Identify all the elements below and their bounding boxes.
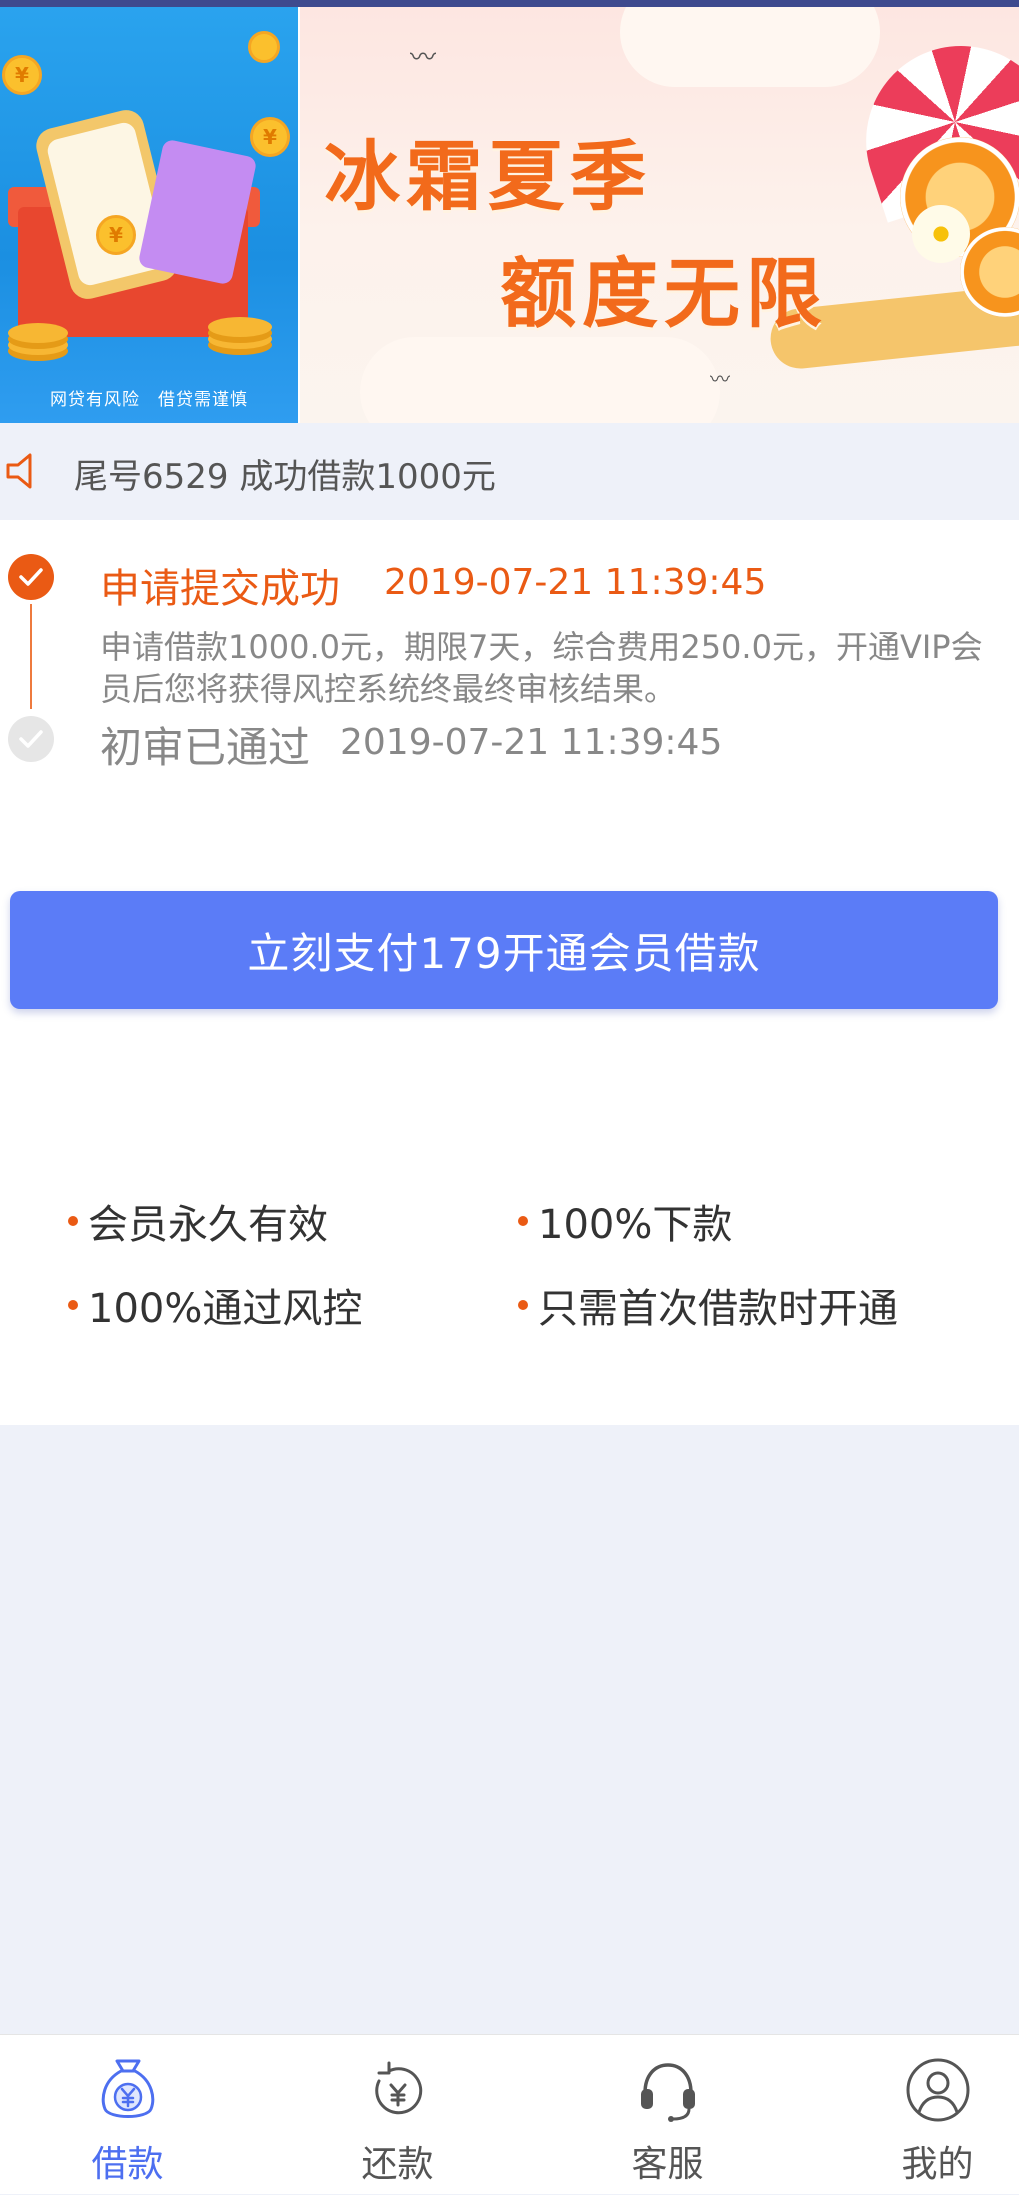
benefit-item: 100%下款 [518,1192,732,1250]
coin-icon [248,31,280,63]
pay-membership-button[interactable]: 立刻支付179开通会员借款 [10,891,998,1009]
step-review-time: 2019-07-21 11:39:45 [340,722,723,763]
money-bag-icon [101,2059,155,2118]
seagull-icon: 〰 [410,43,437,73]
repay-icon [375,2061,423,2115]
application-status-card: 申请提交成功 2019-07-21 11:39:45 申请借款1000.0元，期… [0,520,1019,1425]
banner-title-line2: 额度无限 [500,249,828,338]
tab-borrow[interactable]: 借款 [0,2035,255,2195]
coin-icon: ¥ [250,117,290,157]
tab-mine-label: 我的 [901,2144,974,2185]
tab-repay-label: 还款 [361,2144,434,2185]
banner-left-panel: ¥ ¥ ¥ 网贷有风险 借贷需谨慎 [0,7,298,423]
status-bar [0,0,1019,7]
step-submitted-description: 申请借款1000.0元，期限7天，综合费用250.0元，开通VIP会员后您将获得… [100,628,983,708]
coin-stack [208,317,272,337]
coin-icon: ¥ [2,55,42,95]
banner-right-panel: 〰 〰 冰霜夏季 额度无限 [300,7,1019,423]
benefit-item: 只需首次借款时开通 [518,1276,898,1334]
tab-repay[interactable]: 还款 [270,2035,525,2195]
step-submitted-time: 2019-07-21 11:39:45 [384,562,767,603]
bullet-dot [518,1216,528,1226]
bullet-dot [68,1300,78,1310]
benefit-label: 会员永久有效 [88,1202,328,1248]
benefit-item: 100%通过风控 [68,1276,362,1334]
coin-stack [8,323,68,343]
step-review-title: 初审已通过 [100,723,311,772]
benefit-item: 会员永久有效 [68,1192,328,1250]
speaker-icon [6,453,32,489]
notice-text: 尾号6529 成功借款1000元 [74,457,496,497]
benefit-label: 只需首次借款时开通 [538,1286,898,1332]
check-circle-icon [8,554,54,600]
bullet-dot [68,1216,78,1226]
risk-warning-caption: 网贷有风险 借贷需谨慎 [50,390,248,410]
promo-banner[interactable]: ¥ ¥ ¥ 网贷有风险 借贷需谨慎 〰 〰 冰霜夏季 额度无限 [0,7,1019,423]
flower-icon [912,205,970,263]
cloud-shape [360,337,720,423]
bottom-tab-bar: 借款 还款 客服 我的 [0,2034,1019,2194]
seagull-icon: 〰 [710,367,730,391]
coin-icon: ¥ [96,215,136,255]
timeline-connector [30,604,32,709]
benefit-label: 100%通过风控 [88,1286,363,1332]
step-submitted-title: 申请提交成功 [100,566,340,612]
tab-borrow-label: 借款 [91,2144,164,2185]
cloud-shape [620,7,880,87]
benefit-label: 100%下款 [538,1202,733,1248]
tab-support[interactable]: 客服 [540,2035,795,2195]
check-circle-icon [8,716,54,762]
headset-icon [641,2063,695,2122]
banner-title-line1: 冰霜夏季 [324,132,652,221]
tab-support-label: 客服 [631,2144,704,2185]
notice-marquee: 尾号6529 成功借款1000元 [0,423,1019,520]
user-icon [906,2058,970,2122]
bullet-dot [518,1300,528,1310]
tab-mine[interactable]: 我的 [810,2035,1019,2195]
